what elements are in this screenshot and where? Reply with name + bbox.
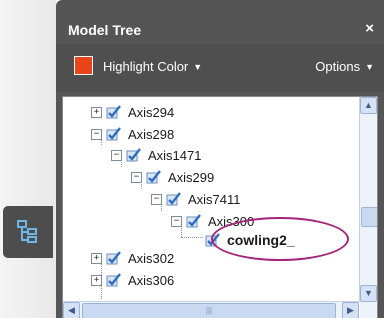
node-label[interactable]: Axis306 — [128, 273, 174, 288]
left-sidebar — [0, 0, 56, 318]
scroll-down-button[interactable]: ▼ — [360, 285, 377, 302]
collapse-button[interactable]: − — [131, 171, 142, 183]
tree-node-axis302[interactable]: + Axis302 — [91, 247, 174, 269]
collapse-button[interactable]: − — [151, 193, 162, 205]
checkbox-checked-icon[interactable] — [106, 273, 122, 287]
checkbox-checked-icon[interactable] — [146, 170, 162, 184]
horizontal-scrollbar[interactable]: ◀ ||| ▶ — [63, 301, 359, 318]
expand-button[interactable]: + — [91, 252, 102, 264]
checkbox-checked-icon[interactable] — [106, 105, 122, 119]
checkbox-checked-icon[interactable] — [126, 148, 142, 162]
tree-node-axis1471[interactable]: − Axis1471 — [111, 144, 201, 166]
checkbox-checked-icon[interactable] — [106, 251, 122, 265]
tree-node-axis7411[interactable]: − Axis7411 — [151, 188, 241, 210]
tree-node-axis298[interactable]: − Axis298 — [91, 123, 174, 145]
node-label[interactable]: Axis294 — [128, 105, 174, 120]
collapse-button[interactable]: − — [111, 149, 122, 161]
node-label[interactable]: Axis298 — [128, 127, 174, 142]
scroll-right-button[interactable]: ▶ — [342, 302, 359, 318]
model-tree-icon — [17, 220, 37, 243]
checkbox-checked-icon[interactable] — [166, 192, 182, 206]
tree-node-axis299[interactable]: − Axis299 — [131, 166, 214, 188]
expand-button[interactable]: + — [91, 106, 102, 118]
collapse-button[interactable]: − — [171, 215, 182, 227]
tree-node-axis306[interactable]: + Axis306 — [91, 269, 174, 291]
options-label: Options — [315, 59, 361, 74]
model-tree-panel: Model Tree × Highlight Color ▼ Options ▼ +… — [56, 0, 384, 318]
chevron-down-icon: ▼ — [365, 62, 374, 72]
node-label[interactable]: cowling2_ — [227, 232, 295, 248]
checkbox-checked-icon[interactable] — [205, 233, 221, 247]
tree-line — [181, 237, 203, 238]
node-label[interactable]: Axis1471 — [148, 148, 201, 163]
scroll-up-button[interactable]: ▲ — [360, 97, 377, 114]
tree-node-cowling2[interactable]: cowling2_ — [205, 229, 295, 251]
node-label[interactable]: Axis7411 — [188, 192, 241, 207]
options-button[interactable]: Options ▼ — [315, 59, 374, 74]
node-label[interactable]: Axis300 — [208, 214, 254, 229]
expand-button[interactable]: + — [91, 274, 102, 286]
scroll-left-button[interactable]: ◀ — [63, 302, 80, 318]
collapse-button[interactable]: − — [91, 128, 102, 140]
horizontal-scroll-thumb[interactable]: ||| — [82, 303, 336, 318]
node-label[interactable]: Axis299 — [168, 170, 214, 185]
close-button[interactable]: × — [365, 20, 374, 37]
vertical-scroll-thumb[interactable] — [361, 207, 377, 227]
checkbox-checked-icon[interactable] — [106, 127, 122, 141]
scrollbar-corner — [360, 302, 377, 318]
tree-node-axis294[interactable]: + Axis294 — [91, 101, 174, 123]
panel-title: Model Tree — [68, 22, 142, 38]
checkbox-checked-icon[interactable] — [186, 214, 202, 228]
highlight-color-swatch[interactable] — [74, 56, 93, 75]
model-tree-tab[interactable] — [3, 206, 53, 258]
chevron-down-icon: ▼ — [193, 62, 203, 72]
tree-view[interactable]: + Axis294 − Axis298 − Axis1471 − Axis299… — [62, 96, 378, 318]
vertical-scrollbar[interactable]: ▲ ▼ — [359, 97, 377, 302]
highlight-color-label: Highlight Color — [103, 59, 189, 74]
highlight-color-button[interactable]: Highlight Color ▼ — [103, 59, 202, 74]
node-label[interactable]: Axis302 — [128, 251, 174, 266]
